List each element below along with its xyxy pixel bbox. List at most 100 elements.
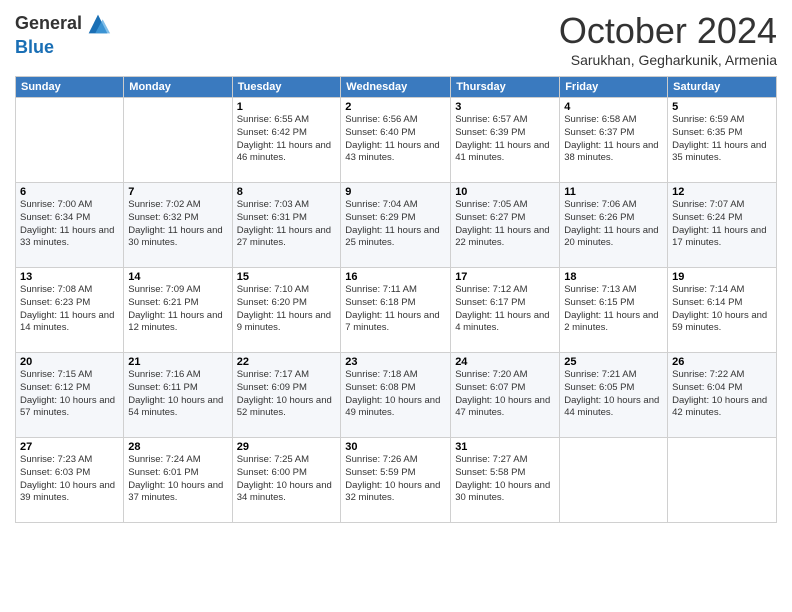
week-row-4: 20Sunrise: 7:15 AMSunset: 6:12 PMDayligh… <box>16 353 777 438</box>
calendar-cell: 13Sunrise: 7:08 AMSunset: 6:23 PMDayligh… <box>16 268 124 353</box>
day-number: 2 <box>345 101 446 113</box>
week-row-3: 13Sunrise: 7:08 AMSunset: 6:23 PMDayligh… <box>16 268 777 353</box>
day-info: Sunrise: 7:27 AMSunset: 5:58 PMDaylight:… <box>455 454 555 505</box>
logo-icon <box>84 10 112 38</box>
day-info: Sunrise: 7:18 AMSunset: 6:08 PMDaylight:… <box>345 369 446 420</box>
title-block: October 2024 Sarukhan, Gegharkunik, Arme… <box>559 10 777 68</box>
calendar-cell: 15Sunrise: 7:10 AMSunset: 6:20 PMDayligh… <box>232 268 341 353</box>
calendar-cell: 14Sunrise: 7:09 AMSunset: 6:21 PMDayligh… <box>124 268 232 353</box>
calendar-cell: 3Sunrise: 6:57 AMSunset: 6:39 PMDaylight… <box>451 98 560 183</box>
day-info: Sunrise: 7:24 AMSunset: 6:01 PMDaylight:… <box>128 454 227 505</box>
calendar-cell: 30Sunrise: 7:26 AMSunset: 5:59 PMDayligh… <box>341 438 451 523</box>
calendar-cell: 4Sunrise: 6:58 AMSunset: 6:37 PMDaylight… <box>560 98 668 183</box>
day-info: Sunrise: 7:11 AMSunset: 6:18 PMDaylight:… <box>345 284 446 335</box>
calendar-cell <box>668 438 777 523</box>
calendar-cell: 24Sunrise: 7:20 AMSunset: 6:07 PMDayligh… <box>451 353 560 438</box>
weekday-header-tuesday: Tuesday <box>232 77 341 98</box>
calendar-cell: 17Sunrise: 7:12 AMSunset: 6:17 PMDayligh… <box>451 268 560 353</box>
calendar-cell: 12Sunrise: 7:07 AMSunset: 6:24 PMDayligh… <box>668 183 777 268</box>
day-info: Sunrise: 7:06 AMSunset: 6:26 PMDaylight:… <box>564 199 663 250</box>
day-info: Sunrise: 7:22 AMSunset: 6:04 PMDaylight:… <box>672 369 772 420</box>
day-info: Sunrise: 7:25 AMSunset: 6:00 PMDaylight:… <box>237 454 337 505</box>
day-number: 27 <box>20 441 119 453</box>
day-info: Sunrise: 7:17 AMSunset: 6:09 PMDaylight:… <box>237 369 337 420</box>
day-info: Sunrise: 7:08 AMSunset: 6:23 PMDaylight:… <box>20 284 119 335</box>
logo-text: General Blue <box>15 10 112 58</box>
calendar-cell: 28Sunrise: 7:24 AMSunset: 6:01 PMDayligh… <box>124 438 232 523</box>
day-info: Sunrise: 7:13 AMSunset: 6:15 PMDaylight:… <box>564 284 663 335</box>
day-info: Sunrise: 7:10 AMSunset: 6:20 PMDaylight:… <box>237 284 337 335</box>
day-number: 22 <box>237 356 337 368</box>
weekday-header-saturday: Saturday <box>668 77 777 98</box>
day-number: 10 <box>455 186 555 198</box>
day-number: 31 <box>455 441 555 453</box>
weekday-header-monday: Monday <box>124 77 232 98</box>
logo-general: General <box>15 13 82 33</box>
logo-blue: Blue <box>15 37 54 57</box>
calendar: SundayMondayTuesdayWednesdayThursdayFrid… <box>15 76 777 523</box>
day-info: Sunrise: 7:12 AMSunset: 6:17 PMDaylight:… <box>455 284 555 335</box>
day-number: 15 <box>237 271 337 283</box>
day-number: 4 <box>564 101 663 113</box>
calendar-cell: 29Sunrise: 7:25 AMSunset: 6:00 PMDayligh… <box>232 438 341 523</box>
day-info: Sunrise: 6:59 AMSunset: 6:35 PMDaylight:… <box>672 114 772 165</box>
calendar-cell: 18Sunrise: 7:13 AMSunset: 6:15 PMDayligh… <box>560 268 668 353</box>
calendar-cell: 21Sunrise: 7:16 AMSunset: 6:11 PMDayligh… <box>124 353 232 438</box>
calendar-cell <box>124 98 232 183</box>
day-info: Sunrise: 7:07 AMSunset: 6:24 PMDaylight:… <box>672 199 772 250</box>
day-number: 19 <box>672 271 772 283</box>
day-info: Sunrise: 6:55 AMSunset: 6:42 PMDaylight:… <box>237 114 337 165</box>
calendar-cell: 5Sunrise: 6:59 AMSunset: 6:35 PMDaylight… <box>668 98 777 183</box>
weekday-header-friday: Friday <box>560 77 668 98</box>
day-info: Sunrise: 6:57 AMSunset: 6:39 PMDaylight:… <box>455 114 555 165</box>
day-number: 6 <box>20 186 119 198</box>
day-info: Sunrise: 6:56 AMSunset: 6:40 PMDaylight:… <box>345 114 446 165</box>
day-info: Sunrise: 7:16 AMSunset: 6:11 PMDaylight:… <box>128 369 227 420</box>
day-info: Sunrise: 7:15 AMSunset: 6:12 PMDaylight:… <box>20 369 119 420</box>
week-row-1: 1Sunrise: 6:55 AMSunset: 6:42 PMDaylight… <box>16 98 777 183</box>
calendar-cell: 2Sunrise: 6:56 AMSunset: 6:40 PMDaylight… <box>341 98 451 183</box>
day-info: Sunrise: 7:23 AMSunset: 6:03 PMDaylight:… <box>20 454 119 505</box>
day-number: 3 <box>455 101 555 113</box>
day-number: 16 <box>345 271 446 283</box>
calendar-cell: 16Sunrise: 7:11 AMSunset: 6:18 PMDayligh… <box>341 268 451 353</box>
month-title: October 2024 <box>559 10 777 52</box>
calendar-cell: 1Sunrise: 6:55 AMSunset: 6:42 PMDaylight… <box>232 98 341 183</box>
page: General Blue October 2024 Sarukhan, Gegh… <box>0 0 792 533</box>
day-number: 23 <box>345 356 446 368</box>
day-number: 24 <box>455 356 555 368</box>
calendar-cell: 23Sunrise: 7:18 AMSunset: 6:08 PMDayligh… <box>341 353 451 438</box>
day-number: 5 <box>672 101 772 113</box>
day-info: Sunrise: 7:21 AMSunset: 6:05 PMDaylight:… <box>564 369 663 420</box>
calendar-cell: 10Sunrise: 7:05 AMSunset: 6:27 PMDayligh… <box>451 183 560 268</box>
day-info: Sunrise: 7:09 AMSunset: 6:21 PMDaylight:… <box>128 284 227 335</box>
calendar-cell: 7Sunrise: 7:02 AMSunset: 6:32 PMDaylight… <box>124 183 232 268</box>
day-info: Sunrise: 7:26 AMSunset: 5:59 PMDaylight:… <box>345 454 446 505</box>
day-info: Sunrise: 7:04 AMSunset: 6:29 PMDaylight:… <box>345 199 446 250</box>
day-number: 7 <box>128 186 227 198</box>
day-number: 14 <box>128 271 227 283</box>
calendar-cell: 11Sunrise: 7:06 AMSunset: 6:26 PMDayligh… <box>560 183 668 268</box>
weekday-header-wednesday: Wednesday <box>341 77 451 98</box>
calendar-cell: 22Sunrise: 7:17 AMSunset: 6:09 PMDayligh… <box>232 353 341 438</box>
day-number: 12 <box>672 186 772 198</box>
day-number: 9 <box>345 186 446 198</box>
week-row-2: 6Sunrise: 7:00 AMSunset: 6:34 PMDaylight… <box>16 183 777 268</box>
day-number: 26 <box>672 356 772 368</box>
day-info: Sunrise: 7:03 AMSunset: 6:31 PMDaylight:… <box>237 199 337 250</box>
calendar-cell <box>560 438 668 523</box>
header: General Blue October 2024 Sarukhan, Gegh… <box>15 10 777 68</box>
day-info: Sunrise: 7:14 AMSunset: 6:14 PMDaylight:… <box>672 284 772 335</box>
calendar-cell: 27Sunrise: 7:23 AMSunset: 6:03 PMDayligh… <box>16 438 124 523</box>
day-number: 30 <box>345 441 446 453</box>
calendar-cell: 8Sunrise: 7:03 AMSunset: 6:31 PMDaylight… <box>232 183 341 268</box>
day-number: 18 <box>564 271 663 283</box>
calendar-cell: 9Sunrise: 7:04 AMSunset: 6:29 PMDaylight… <box>341 183 451 268</box>
calendar-cell: 31Sunrise: 7:27 AMSunset: 5:58 PMDayligh… <box>451 438 560 523</box>
calendar-cell: 20Sunrise: 7:15 AMSunset: 6:12 PMDayligh… <box>16 353 124 438</box>
day-info: Sunrise: 7:02 AMSunset: 6:32 PMDaylight:… <box>128 199 227 250</box>
day-info: Sunrise: 7:00 AMSunset: 6:34 PMDaylight:… <box>20 199 119 250</box>
day-number: 25 <box>564 356 663 368</box>
day-number: 11 <box>564 186 663 198</box>
calendar-cell: 25Sunrise: 7:21 AMSunset: 6:05 PMDayligh… <box>560 353 668 438</box>
